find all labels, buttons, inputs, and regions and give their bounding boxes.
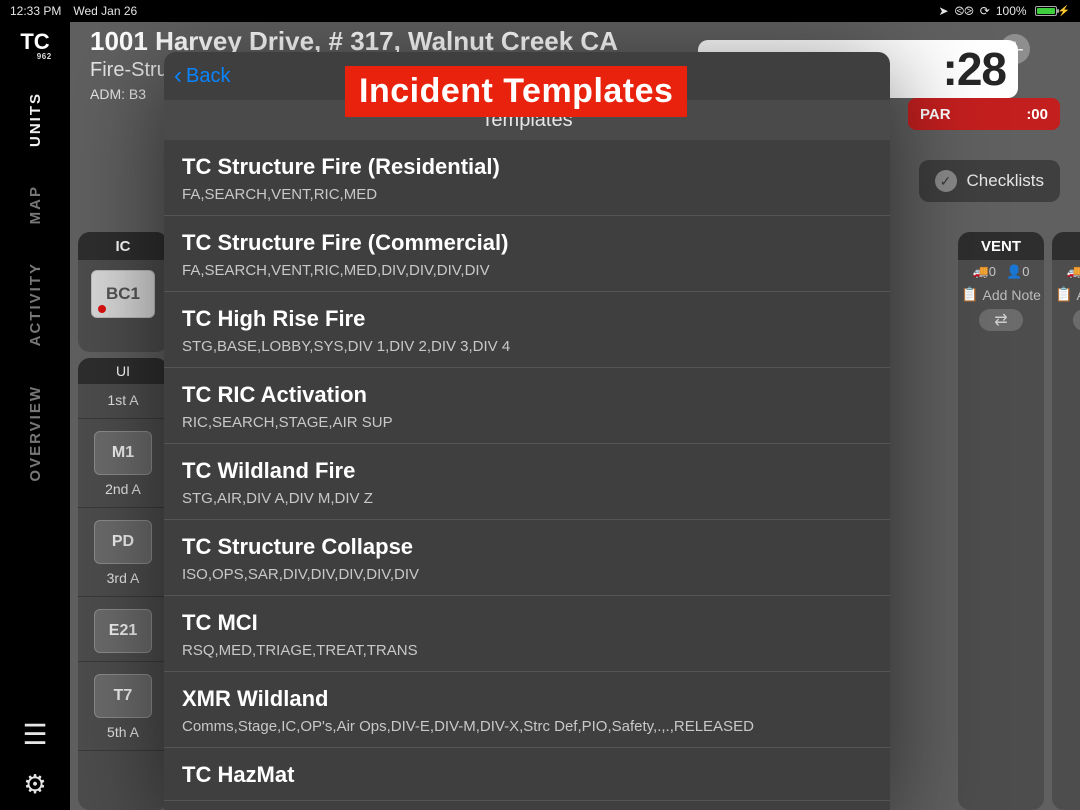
template-list[interactable]: TC Structure Fire (Residential) FA,SEARCH… [164,140,890,810]
check-icon: ✓ [935,170,957,192]
template-name: TC Wildland Fire [182,458,872,484]
par-button[interactable]: PAR :00 [908,98,1060,130]
template-item[interactable]: TC MCI RSQ,MED,TRIAGE,TREAT,TRANS [164,596,890,672]
template-name: TC MCI [182,610,872,636]
checklists-button[interactable]: ✓ Checklists [919,160,1060,202]
template-name: XMR Wildland [182,686,872,712]
template-name: TC Structure Fire (Commercial) [182,230,872,256]
templates-modal: ‹ Back Templates TC Structure Fire (Resi… [164,52,890,810]
template-subtitle: FA,SEARCH,VENT,RIC,MED,DIV,DIV,DIV,DIV [182,262,872,279]
settings-icon[interactable]: ⚙ [23,769,46,800]
template-name: TC Structure Collapse [182,534,872,560]
template-item[interactable]: TC Structure Fire (Residential) FA,SEARCH… [164,140,890,216]
template-item[interactable]: TC Wildland Fire STG,AIR,DIV A,DIV M,DIV … [164,444,890,520]
template-subtitle: RIC,SEARCH,STAGE,AIR SUP [182,414,872,431]
ric-column: RIC 🚚0👤0 📋Add Note ⇄ [1052,232,1080,810]
template-subtitle: RSQ,MED,TRIAGE,TREAT,TRANS [182,642,872,659]
add-note-button[interactable]: 📋Add Note [958,284,1044,305]
annotation-label: Incident Templates [345,66,687,117]
tab-units[interactable]: UNITS [27,92,44,147]
truck-icon: 🚚0 [973,264,996,280]
menu-icon[interactable]: ☰ [22,718,47,751]
unit-chip[interactable]: M1 [94,431,152,475]
units-column: UI 1st A M12nd A PD3rd A E21 T75th A [78,358,168,810]
template-item[interactable]: TC Structure Collapse ISO,OPS,SAR,DIV,DIV… [164,520,890,596]
status-date: Wed Jan 26 [73,4,137,18]
battery-icon: ⚡ [1033,6,1070,17]
swap-button[interactable]: ⇄ [979,309,1023,331]
add-note-button[interactable]: 📋Add Note [1052,284,1080,305]
template-subtitle: ISO,OPS,SAR,DIV,DIV,DIV,DIV,DIV [182,566,872,583]
main-area: 1001 Harvey Drive, # 317, Walnut Creek C… [70,22,1080,810]
template-item[interactable]: TC High Rise Fire STG,BASE,LOBBY,SYS,DIV … [164,292,890,368]
back-button[interactable]: ‹ Back [174,64,230,88]
template-name: TC RIC Activation [182,382,872,408]
template-subtitle: STG,BASE,LOBBY,SYS,DIV 1,DIV 2,DIV 3,DIV… [182,338,872,355]
location-icon: ➤ [939,4,949,18]
unit-chip[interactable]: PD [94,520,152,564]
sidebar: TC962 UNITS MAP ACTIVITY OVERVIEW ☰ ⚙ [0,22,70,810]
tab-map[interactable]: MAP [27,185,44,224]
template-name: TC High Rise Fire [182,306,872,332]
swap-button[interactable]: ⇄ [1073,309,1080,331]
unit-chip[interactable]: T7 [94,674,152,718]
battery-percent: 100% [996,4,1027,18]
template-name: TC Structure Fire (Residential) [182,154,872,180]
template-item[interactable]: TC HazMat [164,748,890,801]
wifi-icon: ⧀⧁ [955,4,974,19]
person-icon: 👤0 [1006,264,1029,280]
ic-column-header: IC [78,232,168,260]
chevron-left-icon: ‹ [174,64,182,88]
template-item[interactable]: XMR Wildland Comms,Stage,IC,OP's,Air Ops,… [164,672,890,748]
sync-icon: ⟳ [980,4,990,18]
template-subtitle: Comms,Stage,IC,OP's,Air Ops,DIV-E,DIV-M,… [182,718,872,735]
template-item[interactable]: TC Structure Fire (Commercial) FA,SEARCH,… [164,216,890,292]
template-subtitle: STG,AIR,DIV A,DIV M,DIV Z [182,490,872,507]
clipboard-icon: 📋 [1055,286,1072,303]
vent-column: VENT 🚚0👤0 📋Add Note ⇄ [958,232,1044,810]
template-item[interactable]: TC RIC Activation RIC,SEARCH,STAGE,AIR SU… [164,368,890,444]
template-subtitle: FA,SEARCH,VENT,RIC,MED [182,186,872,203]
template-name: TC HazMat [182,762,872,788]
clipboard-icon: 📋 [961,286,978,303]
truck-icon: 🚚0 [1067,264,1080,280]
tab-activity[interactable]: ACTIVITY [27,262,44,346]
status-bar: 12:33 PM Wed Jan 26 ➤ ⧀⧁ ⟳ 100% ⚡ [0,0,1080,22]
ic-unit-chip[interactable]: BC1 [91,270,155,318]
tab-overview[interactable]: OVERVIEW [27,385,44,482]
unit-chip[interactable]: E21 [94,609,152,653]
status-time: 12:33 PM [10,4,61,18]
app-logo[interactable]: TC962 [6,26,64,62]
